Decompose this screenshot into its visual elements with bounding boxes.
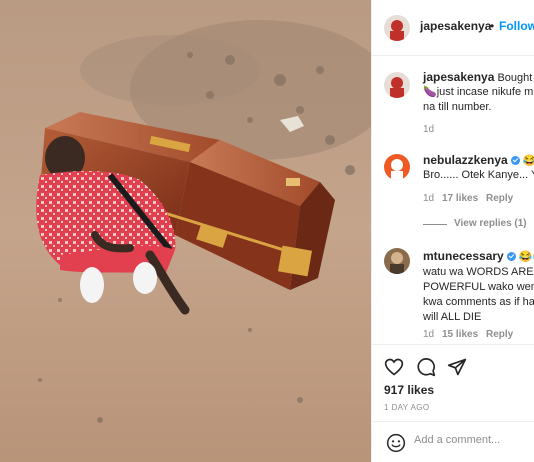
caption-line-1: japesakenya Bought m (423, 70, 534, 84)
comment-2-username[interactable]: mtunecessary (423, 249, 504, 263)
comment-2-reply-button[interactable]: Reply (486, 329, 513, 340)
comment-icon[interactable] (416, 357, 436, 382)
follow-button[interactable]: Follow (499, 19, 534, 33)
comment-2-time[interactable]: 1d (423, 329, 434, 340)
likes-count[interactable]: 917 likes (384, 383, 434, 397)
add-comment-bar (372, 421, 534, 462)
heart-icon[interactable] (384, 357, 404, 382)
post-details-panel: japesakenya • Follow japesakenya Bought … (371, 0, 534, 462)
comment-input[interactable] (414, 434, 534, 446)
post-date[interactable]: 1 DAY AGO (384, 403, 430, 412)
caption-avatar[interactable] (384, 72, 410, 98)
comment-2-likes[interactable]: 15 likes (442, 329, 478, 340)
comment-2-text-1: watu wa WORDS ARE (423, 266, 534, 278)
comment-avatar[interactable] (384, 248, 410, 274)
avatar[interactable] (384, 15, 410, 41)
photo-image (0, 0, 371, 462)
caption-time[interactable]: 1d (423, 124, 434, 135)
caption-username[interactable]: japesakenya (423, 70, 494, 84)
comment-avatar[interactable] (384, 154, 410, 180)
comment-1-likes[interactable]: 17 likes (442, 193, 478, 204)
post-photo[interactable] (0, 0, 371, 462)
verified-badge-icon (506, 252, 516, 261)
comment-1-username[interactable]: nebulazzkenya (423, 153, 508, 167)
comment-1-line-1: nebulazzkenya 😂 (423, 153, 534, 169)
comment-2-line-1: mtunecessary 😂😂 (423, 249, 534, 263)
replies-divider (423, 224, 447, 225)
verified-badge-icon (510, 156, 520, 165)
view-replies-button[interactable]: View replies (1) (454, 218, 527, 229)
separator-dot: • (490, 19, 495, 33)
caption-line-3: na till number. (423, 101, 492, 113)
paper-plane-icon[interactable] (447, 357, 467, 382)
comment-2-text-4: will ALL DIE (423, 311, 482, 323)
caption-line-2: 🍆just incase nikufe m (423, 86, 534, 98)
emoji-icon[interactable] (386, 433, 406, 458)
comment-1-time[interactable]: 1d (423, 193, 434, 204)
comment-2-text-2: POWERFUL wako weng (423, 281, 534, 293)
comment-2-text-3: kwa comments as if ha (423, 296, 534, 308)
post-header: japesakenya • Follow (372, 0, 534, 56)
comment-1-text: Bro...... Otek Kanye... Y (423, 169, 534, 181)
post-actions: 917 likes 1 DAY AGO (372, 344, 534, 462)
comment-1-reply-button[interactable]: Reply (486, 193, 513, 204)
post-username[interactable]: japesakenya (420, 19, 491, 33)
